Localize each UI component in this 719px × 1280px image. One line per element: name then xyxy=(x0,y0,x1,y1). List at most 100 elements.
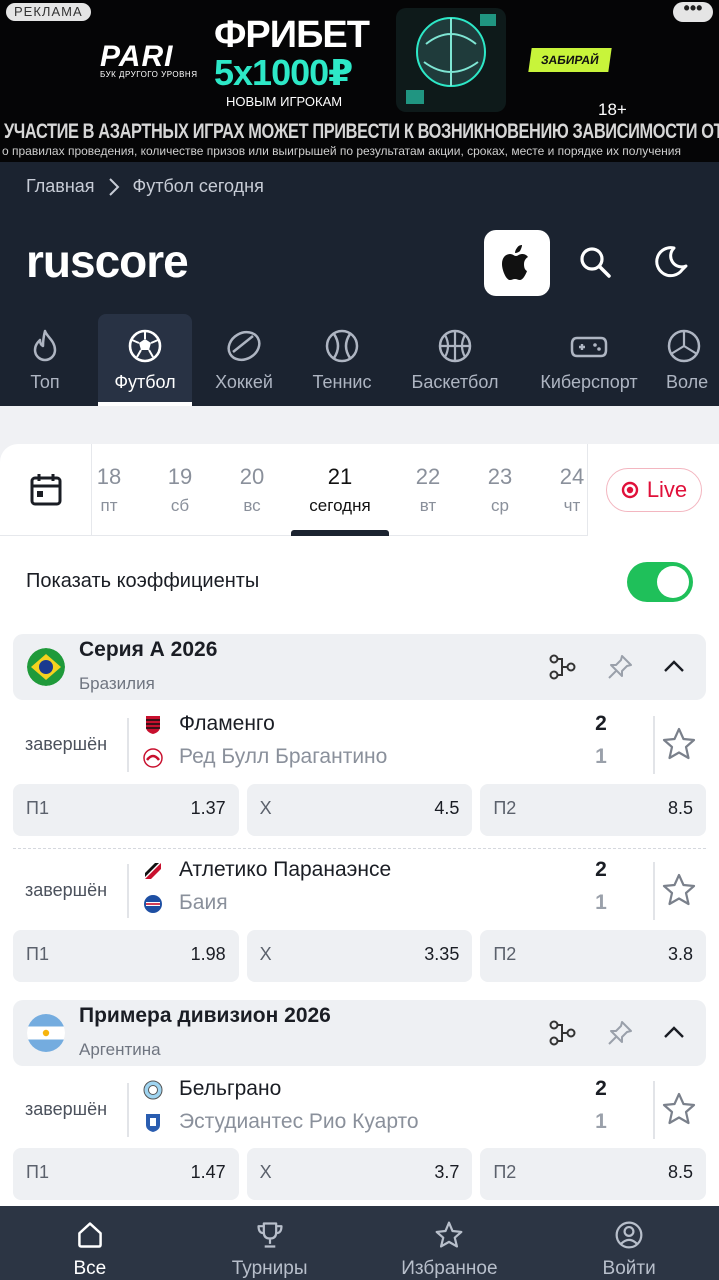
calendar-icon xyxy=(30,474,61,506)
date-item[interactable]: 22 вт xyxy=(408,464,448,516)
sport-tab-hockey[interactable]: Хоккей xyxy=(192,314,296,406)
sport-tab-label: Хоккей xyxy=(215,372,273,392)
home-score: 2 xyxy=(595,858,607,881)
team-name: Бельграно xyxy=(179,1077,282,1100)
ad-title: ФРИБЕТ xyxy=(214,14,370,56)
team-name: Баия xyxy=(179,891,228,914)
trophy-icon xyxy=(257,1222,283,1248)
live-section: Live xyxy=(587,444,719,536)
live-label: Live xyxy=(646,477,688,502)
site-logo[interactable]: ruscore xyxy=(26,234,189,288)
home-score: 2 xyxy=(595,712,607,735)
sport-tab-esports[interactable]: Киберспорт xyxy=(522,314,656,406)
sport-tab-label: Футбол xyxy=(114,372,176,392)
date-item[interactable]: 24 чт xyxy=(552,464,592,516)
league-name: Примера дивизион 2026 xyxy=(79,1004,331,1027)
sport-tab-basketball[interactable]: Баскетбол xyxy=(388,314,522,406)
search-icon[interactable] xyxy=(575,242,615,282)
sport-tab-football[interactable]: Футбол xyxy=(98,314,192,406)
divider xyxy=(653,862,655,920)
sport-tab-label: Воле xyxy=(666,372,709,392)
chevron-up-icon[interactable] xyxy=(659,1018,689,1048)
odd-p1[interactable]: П1 1.98 xyxy=(13,930,239,982)
odd-draw[interactable]: Х 3.35 xyxy=(246,930,473,982)
brazil-flag-icon xyxy=(27,648,65,686)
matches-list: Показать коэффициенты Серия А 2026 Брази… xyxy=(0,536,719,1206)
sport-tab-top[interactable]: Топ xyxy=(0,314,90,406)
home-icon xyxy=(78,1222,102,1248)
divider xyxy=(127,864,129,918)
belgrano-badge-icon xyxy=(143,1080,163,1100)
live-dot-icon xyxy=(621,481,639,499)
favorite-star-icon[interactable] xyxy=(661,726,697,762)
pin-icon[interactable] xyxy=(605,652,635,682)
ad-brand-sub: БУК ДРУГОГО УРОВНЯ xyxy=(100,70,198,79)
estudiantes-badge-icon xyxy=(146,1114,160,1132)
flamengo-badge-icon xyxy=(146,716,160,734)
nav-favorites[interactable]: Избранное xyxy=(360,1206,540,1280)
calendar-button[interactable] xyxy=(0,444,92,536)
tennis-ball-icon xyxy=(325,329,359,363)
date-item[interactable]: 18 пт xyxy=(92,464,126,516)
team-name: Эстудиантес Рио Куарто xyxy=(179,1110,419,1133)
sport-tab-volleyball[interactable]: Воле xyxy=(656,314,719,406)
odd-p2[interactable]: П2 8.5 xyxy=(480,1148,707,1200)
league-header[interactable]: Примера дивизион 2026 Аргентина xyxy=(13,1000,706,1066)
pin-icon[interactable] xyxy=(605,1018,635,1048)
date-item[interactable]: 19 сб xyxy=(160,464,200,516)
odds-row: П1 1.37 Х 4.5 П2 8.5 xyxy=(13,784,707,836)
ad-warning: УЧАСТИЕ В АЗАРТНЫХ ИГРАХ МОЖЕТ ПРИВЕСТИ … xyxy=(4,120,719,143)
divider xyxy=(127,1083,129,1137)
odd-draw[interactable]: Х 4.5 xyxy=(246,784,473,836)
nav-label: Избранное xyxy=(401,1258,498,1279)
chevron-right-icon xyxy=(108,177,119,196)
breadcrumb-current: Футбол сегодня xyxy=(132,176,264,196)
sport-tab-tennis[interactable]: Теннис xyxy=(296,314,388,406)
nav-tournaments[interactable]: Турниры xyxy=(180,1206,360,1280)
nav-all[interactable]: Все xyxy=(0,1206,180,1280)
favorite-star-icon[interactable] xyxy=(661,1091,697,1127)
chevron-up-icon[interactable] xyxy=(659,652,689,682)
match-row[interactable]: завершён Фламенго Ред Булл Брагантино 2 … xyxy=(13,712,706,786)
nav-login[interactable]: Войти xyxy=(539,1206,719,1280)
more-options-icon[interactable]: ••• xyxy=(673,0,713,22)
row-separator xyxy=(13,848,706,849)
breadcrumb-home[interactable]: Главная xyxy=(26,176,95,197)
ad-amount: 5x1000₽ xyxy=(214,52,353,93)
bahia-badge-icon xyxy=(144,895,162,913)
bracket-icon[interactable] xyxy=(547,652,577,682)
fire-icon xyxy=(33,329,57,362)
basketball-icon xyxy=(438,329,472,363)
sport-tab-label: Киберспорт xyxy=(540,372,638,392)
divider xyxy=(653,1081,655,1139)
ad-cta-button[interactable]: ЗАБИРАЙ xyxy=(528,48,612,72)
nav-label: Турниры xyxy=(231,1258,308,1279)
odd-p2[interactable]: П2 8.5 xyxy=(480,784,707,836)
nav-label: Все xyxy=(73,1258,107,1279)
home-score: 2 xyxy=(595,1077,607,1100)
show-odds-toggle[interactable] xyxy=(627,562,693,602)
site-header: Главная Футбол сегодня ruscore Топ Футбо… xyxy=(0,162,719,406)
match-row[interactable]: завершён Атлетико Паранаэнсе Баия 2 1 xyxy=(13,858,706,932)
live-button[interactable]: Live xyxy=(606,468,702,512)
date-item[interactable]: 23 ср xyxy=(480,464,520,516)
moon-icon[interactable] xyxy=(654,242,694,282)
odd-p2[interactable]: П2 3.8 xyxy=(480,930,707,982)
sport-tab-label: Баскетбол xyxy=(411,372,499,392)
odd-draw[interactable]: Х 3.7 xyxy=(246,1148,473,1200)
match-row[interactable]: завершён Бельграно Эстудиантес Рио Куарт… xyxy=(13,1077,706,1151)
apple-app-button[interactable] xyxy=(484,230,550,296)
odds-row: П1 1.47 Х 3.7 П2 8.5 xyxy=(13,1148,707,1200)
odd-p1[interactable]: П1 1.47 xyxy=(13,1148,239,1200)
ad-age-limit: 18+ xyxy=(598,100,627,119)
league-header[interactable]: Серия А 2026 Бразилия xyxy=(13,634,706,700)
volleyball-icon xyxy=(667,329,701,363)
date-item-today[interactable]: 21 сегодня xyxy=(291,464,389,516)
date-item[interactable]: 20 вс xyxy=(232,464,272,516)
odd-p1[interactable]: П1 1.37 xyxy=(13,784,239,836)
breadcrumb: Главная Футбол сегодня xyxy=(26,176,264,197)
favorite-star-icon[interactable] xyxy=(661,872,697,908)
ad-banner[interactable]: РЕКЛАМА ••• PARI БУК ДРУГОГО УРОВНЯ ФРИБ… xyxy=(0,0,719,162)
bracket-icon[interactable] xyxy=(547,1018,577,1048)
sport-tab-label: Топ xyxy=(30,372,60,392)
